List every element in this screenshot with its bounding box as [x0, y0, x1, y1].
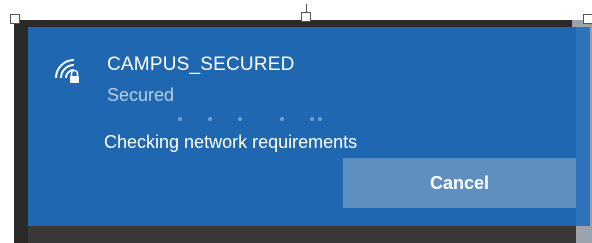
selection-handle-top-right[interactable]	[583, 14, 592, 24]
flyout-edge	[576, 27, 590, 226]
wifi-secured-icon	[55, 59, 79, 83]
network-name: CAMPUS_SECURED	[107, 54, 295, 75]
progress-dot	[238, 117, 242, 121]
progress-dot	[310, 117, 314, 121]
progress-dot	[208, 117, 212, 121]
selection-handle-top-center[interactable]	[301, 12, 311, 22]
flyout-bottom-strip	[28, 226, 576, 243]
connection-progress-indicator	[150, 117, 350, 123]
selection-handle-top-left[interactable]	[10, 14, 20, 24]
screenshot-stage: CAMPUS_SECURED Secured Checking network …	[0, 0, 592, 243]
progress-dot	[178, 117, 182, 121]
network-security-status: Secured	[107, 85, 175, 105]
progress-dot	[318, 117, 322, 121]
progress-dot	[280, 117, 284, 121]
cancel-button[interactable]: Cancel	[343, 158, 576, 208]
connection-progress-message: Checking network requirements	[104, 132, 358, 152]
